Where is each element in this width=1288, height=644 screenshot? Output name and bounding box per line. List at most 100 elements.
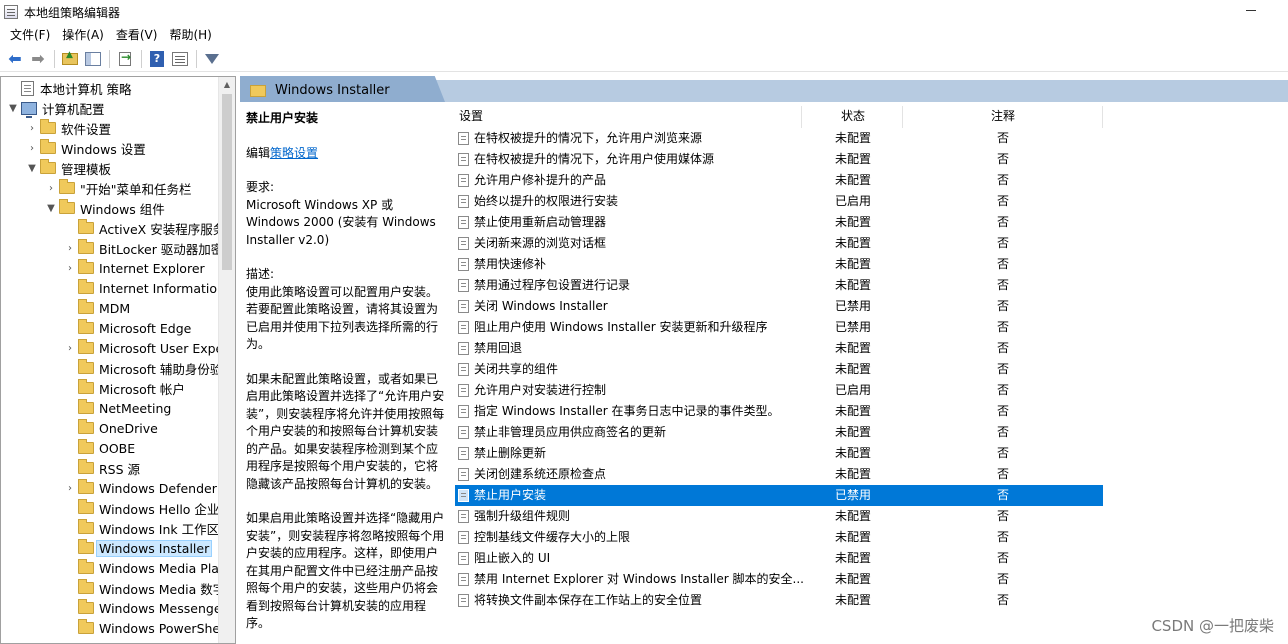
policy-row[interactable]: 禁止使用重新启动管理器 未配置 否 [455, 212, 1103, 233]
forward-button[interactable]: ➡ [27, 48, 49, 70]
tree-item[interactable]: Internet Information [62, 278, 225, 298]
policy-comment: 否 [997, 131, 1010, 145]
tree-item[interactable]: MDM [62, 298, 130, 318]
menu-help[interactable]: 帮助(H) [163, 25, 217, 45]
policy-row[interactable]: 禁止删除更新 未配置 否 [455, 443, 1103, 464]
tree-item-label: Microsoft 帐户 [99, 381, 185, 397]
column-header-state[interactable]: 状态 [841, 104, 865, 128]
column-header-setting[interactable]: 设置 [459, 104, 483, 128]
tree-item-label: Internet Explorer [99, 260, 205, 276]
menu-action[interactable]: 操作(A) [56, 25, 110, 45]
policy-row[interactable]: 禁用快速修补 未配置 否 [455, 254, 1103, 275]
minimize-button[interactable] [1244, 4, 1258, 18]
help-button[interactable]: ? [146, 48, 168, 70]
policy-row[interactable]: 在特权被提升的情况下，允许用户浏览来源 未配置 否 [455, 128, 1103, 149]
policy-row[interactable]: 将转换文件副本保存在工作站上的安全位置 未配置 否 [455, 590, 1103, 611]
menu-file[interactable]: 文件(F) [4, 25, 56, 45]
up-one-level-button[interactable] [59, 48, 81, 70]
menu-view[interactable]: 查看(V) [110, 25, 164, 45]
expand-arrow-icon[interactable]: › [62, 258, 78, 278]
tree-item[interactable]: › Windows 设置 [24, 138, 146, 158]
back-button[interactable]: ⬅ [4, 48, 26, 70]
tree-item[interactable]: ▼ Windows 组件 [43, 198, 165, 218]
tree-item-label: Windows Media Pla [99, 560, 219, 576]
policy-row[interactable]: 关闭创建系统还原检查点 未配置 否 [455, 464, 1103, 485]
tree-item[interactable]: RSS 源 [62, 458, 140, 478]
policy-row[interactable]: 强制升级组件规则 未配置 否 [455, 506, 1103, 527]
policy-row[interactable]: 允许用户修补提升的产品 未配置 否 [455, 170, 1103, 191]
column-separator[interactable] [902, 106, 903, 128]
policy-row[interactable]: 关闭共享的组件 未配置 否 [455, 359, 1103, 380]
tree-item[interactable]: Windows Messenge [62, 598, 222, 618]
tree-item[interactable]: ActiveX 安装程序服务 [62, 218, 225, 238]
tree-item-label: MDM [99, 300, 131, 316]
details-pane: Windows Installer 禁止用户安装 编辑策略设置 要求: Micr… [240, 76, 1288, 644]
tree-item[interactable]: OneDrive [62, 418, 158, 438]
tree-item[interactable]: Windows Media Pla [62, 558, 219, 578]
tree-item[interactable]: Windows PowerShe [62, 618, 220, 638]
expand-arrow-icon[interactable]: › [62, 238, 78, 258]
policy-row[interactable]: 禁用回退 未配置 否 [455, 338, 1103, 359]
folder-icon [78, 579, 94, 594]
tree-item[interactable]: Microsoft 帐户 [62, 378, 185, 398]
policy-state: 未配置 [835, 173, 872, 187]
tree-item[interactable]: › BitLocker 驱动器加密 [62, 238, 223, 258]
tree-item[interactable]: Microsoft 辅助身份验 [62, 358, 222, 378]
folder-icon [78, 439, 94, 454]
tree-item[interactable]: Windows Installer [62, 538, 213, 558]
tree-item[interactable]: › Microsoft User Expe [62, 338, 223, 358]
tree-item[interactable]: OOBE [62, 438, 135, 458]
expand-arrow-icon[interactable]: › [43, 178, 59, 198]
tree-item[interactable]: › 软件设置 [24, 118, 111, 138]
tree-item[interactable]: › Internet Explorer [62, 258, 205, 278]
tree-item-label: Windows PowerShe [99, 620, 221, 636]
policy-row[interactable]: 允许用户对安装进行控制 已启用 否 [455, 380, 1103, 401]
collapse-arrow-icon[interactable]: ▼ [24, 158, 40, 178]
policy-row[interactable]: 禁止用户安装 已禁用 否 [455, 485, 1103, 506]
policy-row[interactable]: 指定 Windows Installer 在事务日志中记录的事件类型。 未配置 否 [455, 401, 1103, 422]
tree-item[interactable]: Microsoft Edge [62, 318, 191, 338]
policy-row[interactable]: 阻止用户使用 Windows Installer 安装更新和升级程序 已禁用 否 [455, 317, 1103, 338]
policy-row[interactable]: 禁用 Internet Explorer 对 Windows Installer… [455, 569, 1103, 590]
tree-item[interactable]: ▼ 计算机配置 [5, 98, 105, 118]
policy-row[interactable]: 关闭 Windows Installer 已禁用 否 [455, 296, 1103, 317]
folder-icon [78, 419, 94, 434]
filter-button[interactable] [201, 48, 223, 70]
show-hide-tree-button[interactable] [82, 48, 104, 70]
policy-row[interactable]: 阻止嵌入的 UI 未配置 否 [455, 548, 1103, 569]
tree-item[interactable]: › Windows Defender [62, 478, 217, 498]
scroll-thumb[interactable] [222, 94, 232, 270]
column-separator[interactable] [1102, 106, 1103, 128]
collapse-arrow-icon[interactable]: ▼ [43, 198, 59, 218]
policy-row[interactable]: 始终以提升的权限进行安装 已启用 否 [455, 191, 1103, 212]
collapse-arrow-icon[interactable]: ▼ [5, 98, 21, 118]
tree-item-label: BitLocker 驱动器加密 [99, 241, 224, 257]
tree-item-label: Windows Defender [99, 480, 217, 496]
policy-comment: 否 [997, 488, 1010, 502]
expand-arrow-icon[interactable]: › [24, 138, 40, 158]
column-header-comment[interactable]: 注释 [991, 104, 1015, 128]
tree-item[interactable]: Windows Ink 工作区 [62, 518, 219, 538]
tree-item[interactable]: › "开始"菜单和任务栏 [43, 178, 192, 198]
policy-row[interactable]: 控制基线文件缓存大小的上限 未配置 否 [455, 527, 1103, 548]
edit-policy-link[interactable]: 策略设置 [270, 146, 318, 160]
policy-row[interactable]: 禁止非管理员应用供应商签名的更新 未配置 否 [455, 422, 1103, 443]
scroll-up-icon[interactable]: ▲ [219, 77, 235, 93]
navigation-tree[interactable]: 本地计算机 策略 ▼ 计算机配置 › 软件设置 › Windows 设置 ▼ 管理模板 › "开始"… [0, 76, 236, 644]
policy-row[interactable]: 禁用通过程序包设置进行记录 未配置 否 [455, 275, 1103, 296]
tree-item[interactable]: NetMeeting [62, 398, 171, 418]
tree-item[interactable]: 本地计算机 策略 [5, 78, 131, 98]
policy-row[interactable]: 关闭新来源的浏览对话框 未配置 否 [455, 233, 1103, 254]
policy-row[interactable]: 在特权被提升的情况下，允许用户使用媒体源 未配置 否 [455, 149, 1103, 170]
export-list-button[interactable] [114, 48, 136, 70]
properties-button[interactable] [169, 48, 191, 70]
tree-item[interactable]: Windows Media 数字 [62, 578, 225, 598]
expand-arrow-icon[interactable]: › [24, 118, 40, 138]
expand-arrow-icon[interactable]: › [62, 478, 78, 498]
column-separator[interactable] [801, 106, 802, 128]
tree-item[interactable]: ▼ 管理模板 [24, 158, 111, 178]
tree-scrollbar[interactable]: ▲ [218, 77, 235, 643]
expand-arrow-icon[interactable]: › [62, 338, 78, 358]
tree-item[interactable]: Windows Hello 企业 [62, 498, 219, 518]
